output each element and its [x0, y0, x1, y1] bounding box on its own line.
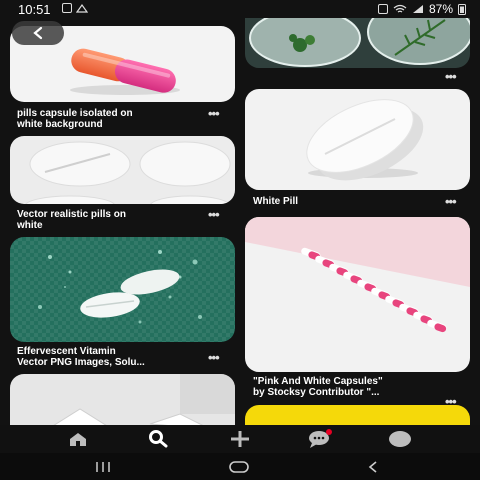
pin-caption-line: "Pink And White Capsules" — [253, 376, 383, 387]
system-navigation — [0, 453, 480, 480]
profile-icon — [389, 431, 411, 447]
chevron-left-icon — [33, 26, 43, 40]
signal-icon — [412, 5, 423, 13]
pink-capsules-image — [245, 217, 470, 333]
pin-image-partial[interactable] — [10, 374, 235, 425]
pin-caption-line: by Stocksy Contributor "... — [253, 387, 380, 398]
status-notification-icons — [62, 3, 88, 13]
wifi-icon — [393, 4, 407, 13]
status-bar: 10:51 87% — [0, 0, 480, 18]
battery-percent: 87% — [428, 2, 453, 16]
pin-feed[interactable]: pills capsule isolated on white backgrou… — [0, 0, 480, 425]
pin-caption-line: Effervescent Vitamin — [17, 346, 116, 357]
cloud-icon — [76, 3, 88, 13]
pin-caption[interactable]: Vector realistic pills on white — [17, 209, 126, 231]
pin-caption-line: pills capsule isolated on — [17, 108, 133, 119]
nav-home[interactable] — [63, 429, 93, 449]
pin-caption[interactable]: pills capsule isolated on white backgrou… — [17, 108, 133, 130]
more-options-button[interactable]: ••• — [208, 351, 220, 364]
notification-icon — [62, 3, 72, 13]
search-icon — [149, 430, 168, 448]
recents-button[interactable] — [88, 458, 118, 476]
status-system-icons: 87% — [377, 2, 466, 16]
chat-icon — [309, 429, 332, 448]
more-options-button[interactable]: ••• — [445, 70, 457, 83]
nav-profile[interactable] — [385, 429, 415, 449]
home-system-button[interactable] — [224, 458, 254, 476]
round-pills-image — [25, 141, 231, 204]
plus-icon — [231, 431, 249, 447]
pin-caption-line: white background — [17, 119, 103, 130]
pin-caption[interactable]: White Pill — [253, 196, 298, 207]
alarm-icon — [377, 4, 388, 14]
pin-image-white-pill[interactable] — [245, 89, 470, 190]
recents-icon — [96, 462, 110, 472]
nav-search[interactable] — [144, 429, 174, 449]
pin-caption-line: Vector realistic pills on — [17, 209, 126, 220]
pin-caption[interactable]: Effervescent Vitamin Vector PNG Images, … — [17, 346, 145, 368]
nav-messages[interactable] — [305, 429, 335, 449]
more-options-button[interactable]: ••• — [208, 107, 220, 120]
white-pill-image — [306, 99, 424, 181]
pin-caption-line: Vector PNG Images, Solu... — [17, 357, 145, 368]
battery-icon — [458, 4, 466, 15]
status-time: 10:51 — [18, 2, 51, 17]
pin-caption[interactable]: "Pink And White Capsules" by Stocksy Con… — [253, 376, 383, 398]
back-system-button[interactable] — [358, 458, 388, 476]
pin-image-effervescent[interactable] — [10, 237, 235, 342]
pin-caption-line: White Pill — [253, 196, 298, 207]
back-chevron-icon — [368, 461, 377, 473]
more-options-button[interactable]: ••• — [445, 195, 457, 208]
pill-blister-image — [53, 374, 235, 425]
effervescent-tablet-image — [10, 237, 235, 342]
pin-image-vector-pills[interactable] — [10, 136, 235, 204]
pin-caption-line: white — [17, 220, 43, 231]
pin-image-pink-capsules[interactable] — [245, 217, 470, 372]
home-icon — [70, 433, 86, 446]
more-options-button[interactable]: ••• — [208, 208, 220, 221]
nav-create[interactable] — [225, 429, 255, 449]
pin-image-yellow[interactable] — [245, 405, 470, 425]
bottom-navigation — [0, 425, 480, 453]
back-button[interactable] — [12, 21, 64, 45]
home-circle-icon — [229, 461, 249, 473]
